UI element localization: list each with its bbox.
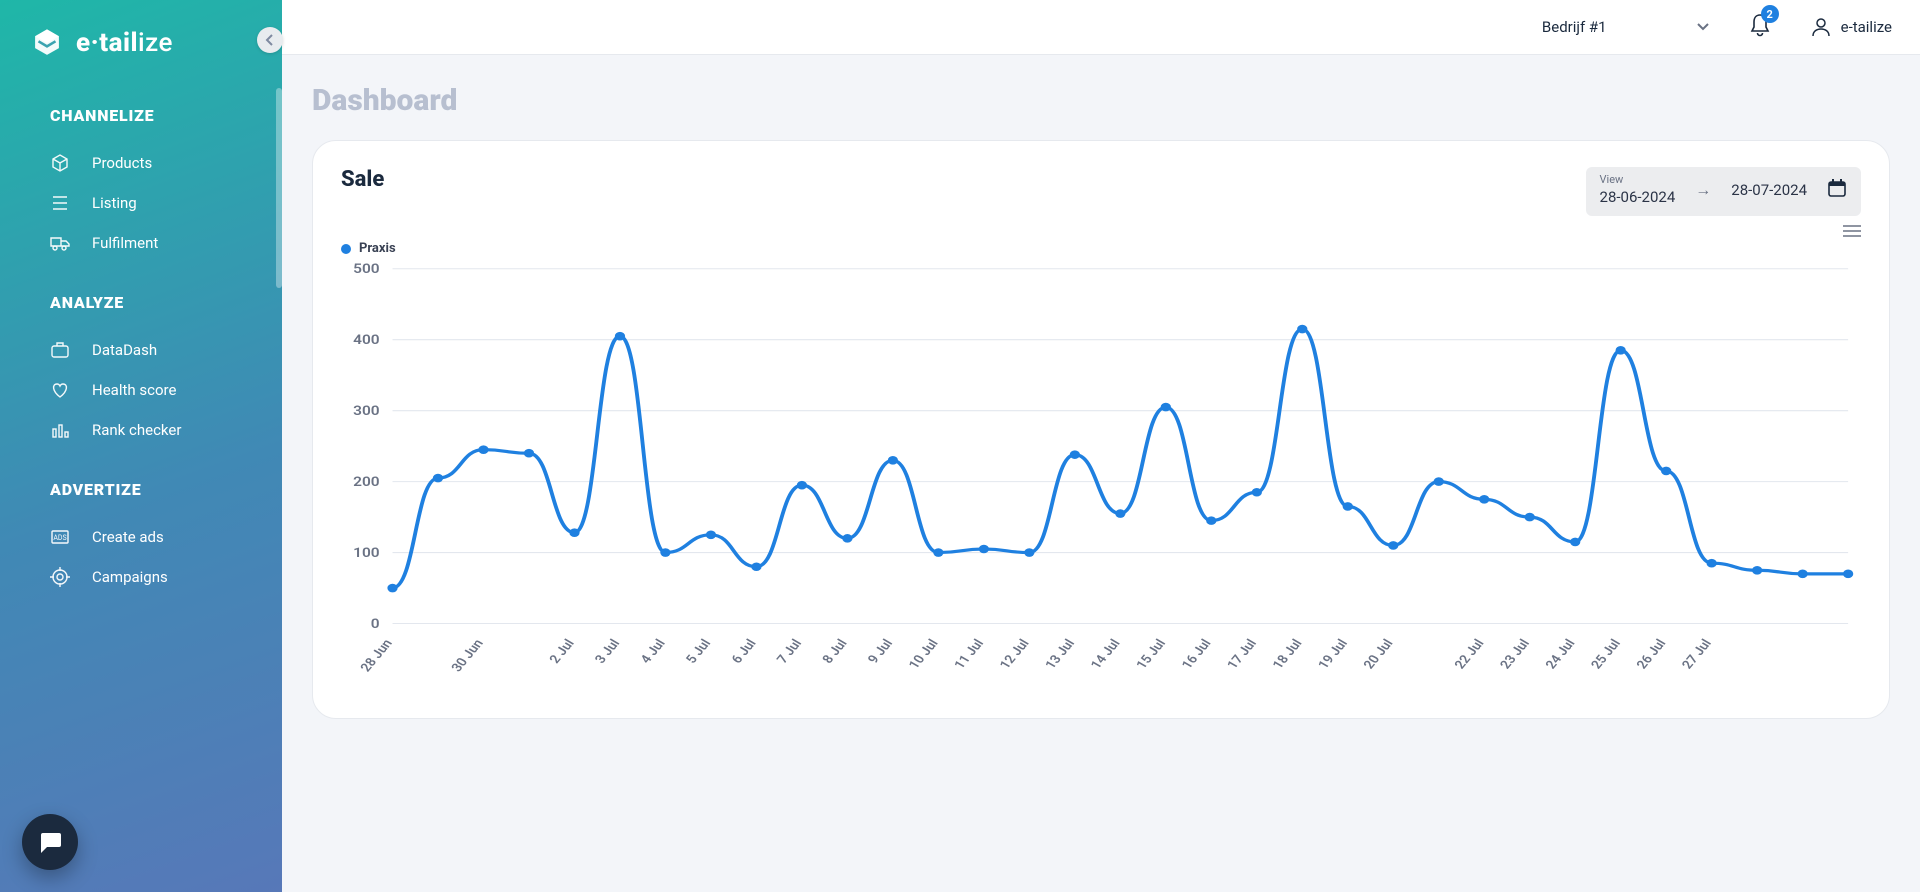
svg-text:11 Jul: 11 Jul <box>952 637 988 672</box>
legend-series-name: Praxis <box>359 241 396 256</box>
svg-text:6 Jul: 6 Jul <box>729 637 760 666</box>
sidebar-item-create-ads[interactable]: ADS Create ads <box>50 517 282 557</box>
sale-line-chart: 0 100 200 300 400 500 28 Jun 30 Jun 2 Jul 3 Jul 4 … <box>341 258 1861 688</box>
bar-icon <box>50 420 70 440</box>
sidebar-item-rank-checker[interactable]: Rank checker <box>50 410 282 450</box>
chat-icon <box>37 829 63 855</box>
chevron-down-icon <box>1697 23 1709 31</box>
card-title: Sale <box>341 167 384 192</box>
sidebar-item-health-score[interactable]: Health score <box>50 370 282 410</box>
svg-text:3 Jul: 3 Jul <box>592 637 623 666</box>
svg-text:25 Jul: 25 Jul <box>1588 637 1624 672</box>
svg-text:19 Jul: 19 Jul <box>1315 637 1351 672</box>
svg-text:27 Jul: 27 Jul <box>1679 637 1715 672</box>
svg-text:9 Jul: 9 Jul <box>865 637 896 666</box>
svg-text:12 Jul: 12 Jul <box>997 637 1033 672</box>
svg-text:16 Jul: 16 Jul <box>1179 637 1215 672</box>
ad-icon: ADS <box>50 527 70 547</box>
svg-text:200: 200 <box>353 475 379 489</box>
list-icon <box>50 193 70 213</box>
svg-text:22 Jul: 22 Jul <box>1452 637 1488 672</box>
chart-menu-button[interactable] <box>341 222 1861 241</box>
user-name: e-tailize <box>1841 18 1892 36</box>
brand-logo-icon <box>30 26 64 60</box>
user-menu[interactable]: e-tailize <box>1811 17 1892 37</box>
sidebar-item-products[interactable]: Products <box>50 143 282 183</box>
brand-name: e·tailize <box>76 28 173 58</box>
brand[interactable]: e·tailize <box>0 16 282 84</box>
svg-text:7 Jul: 7 Jul <box>774 637 805 666</box>
main: Bedrijf #1 2 e-tailize Dashboard <box>282 0 1920 892</box>
svg-text:17 Jul: 17 Jul <box>1225 637 1261 672</box>
svg-text:14 Jul: 14 Jul <box>1088 637 1124 672</box>
svg-text:5 Jul: 5 Jul <box>683 637 714 666</box>
calendar-icon <box>1827 178 1847 202</box>
svg-text:23 Jul: 23 Jul <box>1497 637 1533 672</box>
content: Dashboard Sale View 28-06-2024 → 28-07-2… <box>282 55 1920 892</box>
sidebar-scrollbar[interactable] <box>276 88 282 288</box>
chevron-left-icon <box>264 34 276 46</box>
hamburger-icon <box>1843 225 1861 237</box>
page-title: Dashboard <box>312 83 1890 118</box>
notifications-badge: 2 <box>1761 5 1779 23</box>
svg-text:400: 400 <box>353 333 379 347</box>
sidebar: e·tailize CHANNELIZE Products Listing Fulfi… <box>0 0 282 892</box>
svg-text:0: 0 <box>371 617 380 631</box>
svg-text:300: 300 <box>353 404 379 418</box>
date-range-picker[interactable]: View 28-06-2024 → 28-07-2024 <box>1586 167 1861 216</box>
sidebar-collapse-button[interactable] <box>257 27 283 53</box>
chat-widget-button[interactable] <box>22 814 78 870</box>
sidebar-item-label: Fulfilment <box>92 234 158 252</box>
arrow-right-icon: → <box>1695 180 1711 200</box>
svg-text:500: 500 <box>353 262 379 276</box>
legend-dot-icon <box>341 244 351 254</box>
date-to: 28-07-2024 <box>1731 181 1807 199</box>
svg-text:100: 100 <box>353 546 379 560</box>
company-name: Bedrijf #1 <box>1542 18 1607 36</box>
sidebar-item-label: Products <box>92 154 152 172</box>
heart-icon <box>50 380 70 400</box>
svg-text:2 Jul: 2 Jul <box>547 637 578 666</box>
nav-section-title: ADVERTIZE <box>50 480 282 499</box>
topbar: Bedrijf #1 2 e-tailize <box>282 0 1920 55</box>
sidebar-item-datadash[interactable]: DataDash <box>50 330 282 370</box>
svg-text:15 Jul: 15 Jul <box>1134 637 1170 672</box>
svg-text:24 Jul: 24 Jul <box>1543 637 1579 672</box>
sale-card: Sale View 28-06-2024 → 28-07-2024 <box>312 140 1890 719</box>
date-from: 28-06-2024 <box>1600 188 1676 206</box>
sidebar-item-listing[interactable]: Listing <box>50 183 282 223</box>
sidebar-item-label: Create ads <box>92 528 164 546</box>
svg-text:8 Jul: 8 Jul <box>820 637 851 666</box>
svg-text:13 Jul: 13 Jul <box>1043 637 1079 672</box>
svg-text:4 Jul: 4 Jul <box>638 637 669 666</box>
notifications-button[interactable]: 2 <box>1749 13 1771 41</box>
sidebar-item-campaigns[interactable]: Campaigns <box>50 557 282 597</box>
sidebar-item-label: Rank checker <box>92 421 181 439</box>
svg-text:28 Jun: 28 Jun <box>358 637 396 674</box>
svg-text:18 Jul: 18 Jul <box>1270 637 1306 672</box>
user-icon <box>1811 17 1831 37</box>
company-selector[interactable]: Bedrijf #1 <box>1542 18 1709 36</box>
nav-section-title: ANALYZE <box>50 293 282 312</box>
svg-text:30 Jun: 30 Jun <box>449 637 487 674</box>
date-range-label: View <box>1600 173 1676 186</box>
svg-text:10 Jul: 10 Jul <box>906 637 942 672</box>
target-icon <box>50 567 70 587</box>
nav-section-title: CHANNELIZE <box>50 106 282 125</box>
sidebar-item-label: DataDash <box>92 341 157 359</box>
sidebar-item-fulfilment[interactable]: Fulfilment <box>50 223 282 263</box>
sidebar-item-label: Listing <box>92 194 137 212</box>
truck-icon <box>50 233 70 253</box>
package-icon <box>50 153 70 173</box>
briefcase-icon <box>50 340 70 360</box>
sidebar-item-label: Health score <box>92 381 176 399</box>
svg-text:20 Jul: 20 Jul <box>1361 637 1397 672</box>
sidebar-item-label: Campaigns <box>92 568 168 586</box>
svg-text:ADS: ADS <box>53 534 66 542</box>
svg-text:26 Jul: 26 Jul <box>1634 637 1670 672</box>
chart-legend: Praxis <box>341 241 1861 256</box>
